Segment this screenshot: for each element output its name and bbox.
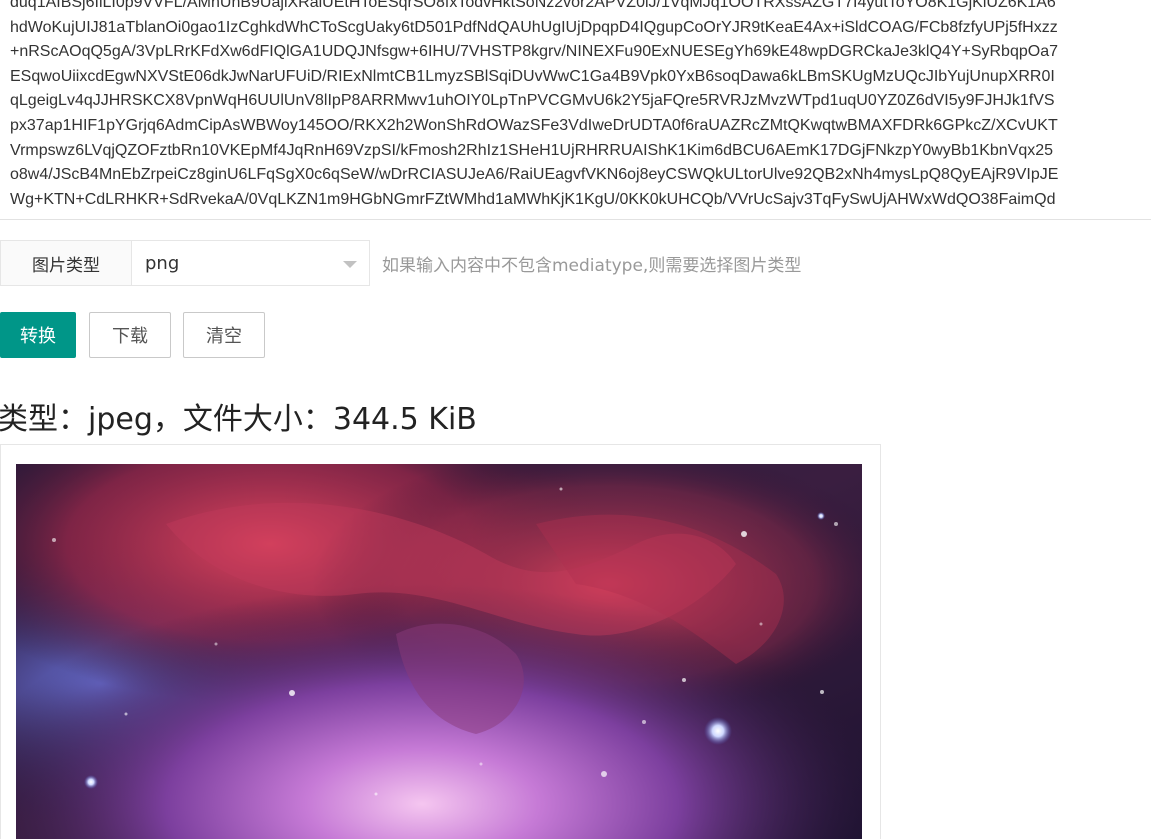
base64-to-image-page: duq1AIBSj6IiLI0p9VVFL/AMnUnB9UajiXRaiUEt… <box>0 0 1151 839</box>
chevron-down-icon <box>343 261 357 268</box>
image-type-label: 图片类型 <box>0 240 132 286</box>
base64-text-line: Wg+KTN+CdLRHKR+SdRvekaA/0VqLKZN1m9HGbNGm… <box>10 190 1056 208</box>
image-type-selected-value: png <box>145 252 180 274</box>
base64-text-line: px37ap1HIF1pYGrjq6AdmCipAsWBWoy145OO/RKX… <box>10 116 1058 134</box>
base64-text-line: ESqwoUiixcdEgwNXVStE06dkJwNarUFUiD/RIExN… <box>10 67 1055 85</box>
preview-image <box>16 464 862 839</box>
base64-text-lines: duq1AIBSj6IiLI0p9VVFL/AMnUnB9UajiXRaiUEt… <box>10 0 1151 212</box>
image-type-hint: 如果输入内容中不包含mediatype,则需要选择图片类型 <box>382 255 802 276</box>
clear-button[interactable]: 清空 <box>183 312 265 358</box>
base64-text-line: duq1AIBSj6IiLI0p9VVFL/AMnUnB9UajiXRaiUEt… <box>10 0 1056 11</box>
download-button[interactable]: 下载 <box>89 312 171 358</box>
image-type-row: 图片类型 png 如果输入内容中不包含mediatype,则需要选择图片类型 <box>0 239 801 287</box>
base64-text-line: hdWoKujUIJ81aTblanOi0gao1IzCghkdWhCToScg… <box>10 18 1058 36</box>
result-info: 类型：jpeg，文件大小：344.5 KiB <box>0 402 477 437</box>
base64-text-line: o8w4/JScB4MnEbZrpeiCz8ginU6LFqSgX0c6qSeW… <box>10 166 1059 184</box>
base64-text-line: +nRScAOqQ5gA/3VpLRrKFdXw6dFIQlGA1UDQJNfs… <box>10 43 1058 61</box>
base64-input-textarea[interactable]: duq1AIBSj6IiLI0p9VVFL/AMnUnB9UajiXRaiUEt… <box>0 0 1151 220</box>
base64-text-line: Vrmpswz6LVqjQZOFztbRn10VKEpMf4JqRnH69Vzp… <box>10 141 1054 159</box>
base64-text-line: qLgeigLv4qJJHRSKCX8VpnWqH6UUlUnV8lIpP8AR… <box>10 92 1055 110</box>
action-buttons: 转换 下载 清空 <box>0 312 265 358</box>
image-type-select[interactable]: png <box>132 240 370 286</box>
convert-button[interactable]: 转换 <box>0 312 76 358</box>
